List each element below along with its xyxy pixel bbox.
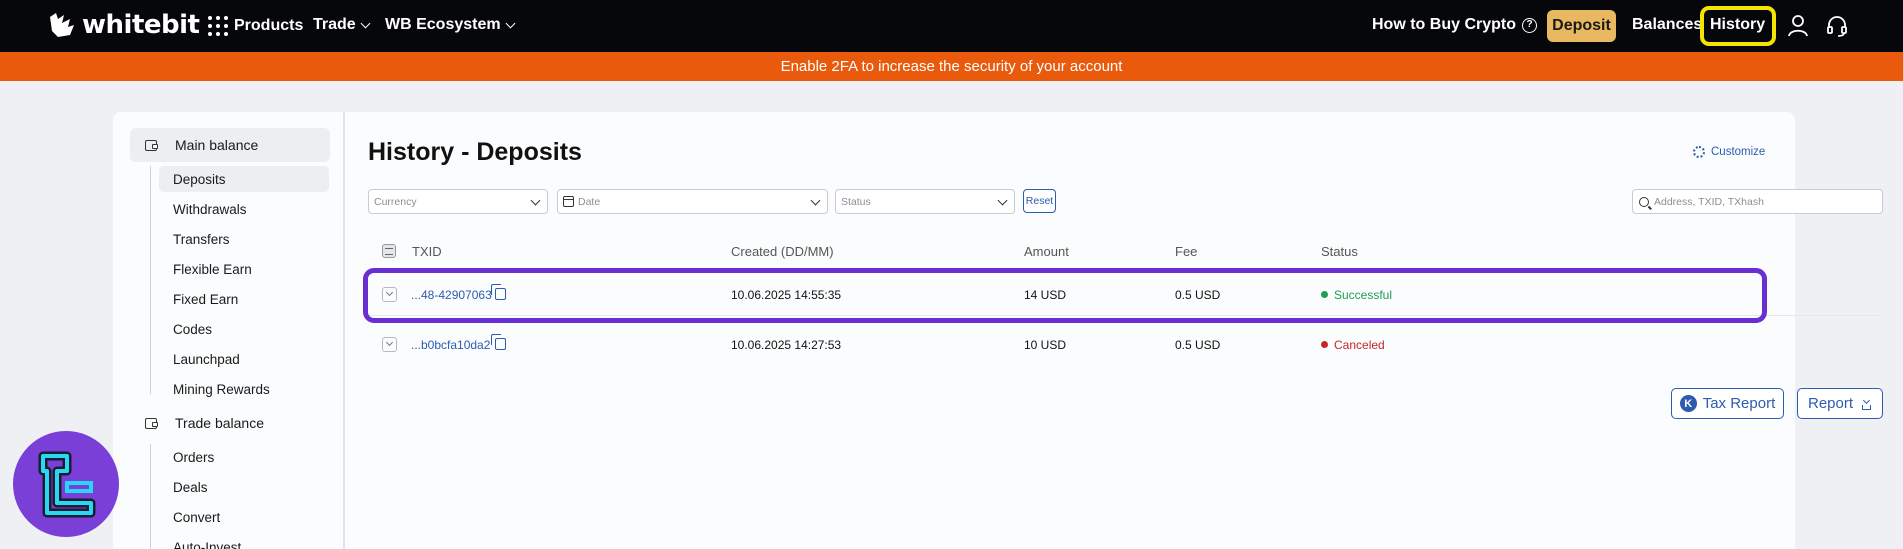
how-to-buy-label: How to Buy Crypto <box>1372 16 1516 33</box>
status-select-value: Status <box>841 195 871 208</box>
report-download-button[interactable]: Report <box>1797 388 1883 419</box>
history-card: Main balance Deposits Withdrawals Transf… <box>113 112 1883 549</box>
logo-mark-icon <box>50 13 74 37</box>
customize-label: Customize <box>1711 146 1766 158</box>
status-dot-icon <box>1321 341 1328 348</box>
sidebar-main-balance[interactable]: Main balance <box>130 128 330 162</box>
chevron-down-icon <box>505 18 516 28</box>
sidebar-item-deposits[interactable]: Deposits <box>159 166 329 192</box>
support-headset-icon[interactable] <box>1826 15 1848 37</box>
col-amount: Amount <box>1024 244 1069 259</box>
page-title: History - Deposits <box>368 138 582 166</box>
search-placeholder: Address, TXID, TXhash <box>1654 195 1764 208</box>
nav-wb-ecosystem[interactable]: WB Ecosystem <box>385 16 516 34</box>
txid-link[interactable]: ...b0bcfa10da2 <box>411 338 490 352</box>
col-status: Status <box>1321 244 1358 259</box>
sidebar-item-transfers[interactable]: Transfers <box>159 226 329 252</box>
help-icon: ? <box>1522 17 1537 33</box>
customize-button[interactable]: Customize <box>1693 146 1765 158</box>
status-select[interactable]: Status <box>835 189 1015 214</box>
expand-row-icon[interactable] <box>382 337 397 352</box>
top-nav: whitebit Products Trade WB Ecosystem How… <box>0 0 1903 52</box>
sidebar: Main balance Deposits Withdrawals Transf… <box>113 112 345 549</box>
fee-cell: 0.5 USD <box>1175 338 1221 352</box>
row-highlight-frame <box>363 268 1767 323</box>
nav-products-label: Products <box>234 17 304 34</box>
apps-grid-icon <box>208 16 228 36</box>
balances-link[interactable]: Balances <box>1632 16 1702 34</box>
user-icon[interactable] <box>1788 15 1808 37</box>
banner-text: Enable 2FA to increase the security of y… <box>780 58 1123 75</box>
sidebar-item-mining-rewards[interactable]: Mining Rewards <box>159 376 329 402</box>
chevron-down-icon <box>997 195 1008 206</box>
sidebar-item-orders[interactable]: Orders <box>159 444 329 470</box>
nav-trade[interactable]: Trade <box>313 16 371 34</box>
nav-products[interactable]: Products <box>208 16 303 36</box>
col-created: Created (DD/MM) <box>731 244 834 259</box>
wallet-icon <box>145 139 158 151</box>
table-row[interactable]: ...b0bcfa10da2 10.06.2025 14:27:53 10 US… <box>368 322 1883 366</box>
chevron-down-icon <box>810 195 821 206</box>
sidebar-item-flexible-earn[interactable]: Flexible Earn <box>159 256 329 282</box>
wallet-icon <box>145 417 158 429</box>
col-fee: Fee <box>1175 244 1198 259</box>
search-icon <box>1639 196 1649 207</box>
sidebar-item-auto-invest[interactable]: Auto-Invest <box>159 534 329 549</box>
col-txid: TXID <box>412 244 442 259</box>
column-settings-icon[interactable] <box>382 244 396 258</box>
status-cell: Canceled <box>1321 338 1385 352</box>
sidebar-item-codes[interactable]: Codes <box>159 316 329 342</box>
watermark-logo-icon <box>13 431 119 537</box>
sidebar-tree-line <box>150 166 151 394</box>
chevron-down-icon <box>530 195 541 206</box>
download-icon <box>1861 398 1872 410</box>
sidebar-item-fixed-earn[interactable]: Fixed Earn <box>159 286 329 312</box>
nav-ecosystem-label: WB Ecosystem <box>385 16 501 33</box>
enable-2fa-banner[interactable]: Enable 2FA to increase the security of y… <box>0 52 1903 81</box>
date-picker[interactable]: Date <box>557 189 828 214</box>
search-input[interactable]: Address, TXID, TXhash <box>1632 189 1883 214</box>
sidebar-item-deals[interactable]: Deals <box>159 474 329 500</box>
tax-report-button[interactable]: K Tax Report <box>1671 388 1784 419</box>
history-highlight-frame <box>1700 6 1776 46</box>
gear-icon <box>1693 146 1705 158</box>
sidebar-trade-balance[interactable]: Trade balance <box>130 406 330 440</box>
currency-select-value: Currency <box>374 195 417 208</box>
brand-name: whitebit <box>82 10 200 40</box>
calendar-icon <box>563 196 574 207</box>
whitebit-logo[interactable]: whitebit <box>48 10 200 40</box>
date-picker-value: Date <box>578 195 601 208</box>
sidebar-main-balance-label: Main balance <box>175 137 259 153</box>
chevron-down-icon <box>360 18 371 28</box>
status-text: Canceled <box>1334 338 1385 352</box>
reset-button[interactable]: Reset <box>1023 189 1056 213</box>
sidebar-item-convert[interactable]: Convert <box>159 504 329 530</box>
nav-trade-label: Trade <box>313 16 356 33</box>
sidebar-item-withdrawals[interactable]: Withdrawals <box>159 196 329 222</box>
tax-report-label: Tax Report <box>1702 395 1776 412</box>
sidebar-trade-balance-label: Trade balance <box>175 415 264 431</box>
how-to-buy-crypto-link[interactable]: How to Buy Crypto ? <box>1372 16 1537 34</box>
sidebar-item-launchpad[interactable]: Launchpad <box>159 346 329 372</box>
deposit-button[interactable]: Deposit <box>1547 10 1616 42</box>
koinly-k-icon: K <box>1679 395 1697 412</box>
sidebar-tree-line <box>150 444 151 549</box>
main-content: History - Deposits Customize Currency Da… <box>345 112 1883 549</box>
copy-icon[interactable] <box>491 334 506 350</box>
amount-cell: 10 USD <box>1024 338 1067 352</box>
table-header: TXID Created (DD/MM) Amount Fee Status <box>368 240 1883 262</box>
report-label: Report <box>1807 395 1854 412</box>
currency-select[interactable]: Currency <box>368 189 548 214</box>
created-cell: 10.06.2025 14:27:53 <box>731 338 842 352</box>
